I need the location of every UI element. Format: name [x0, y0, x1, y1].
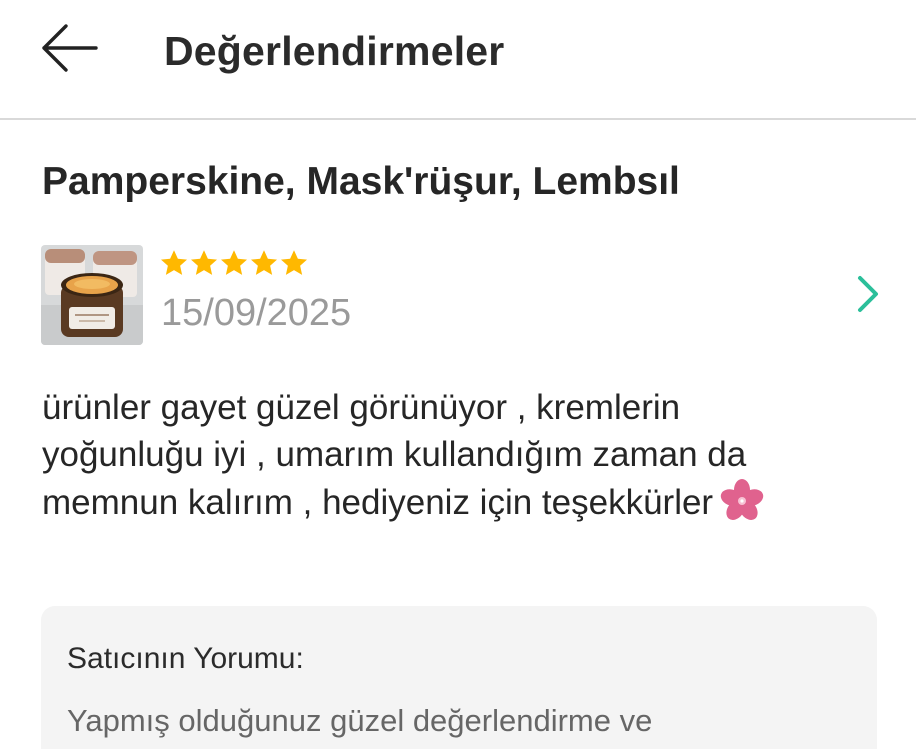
star-icon — [191, 250, 217, 275]
star-icon — [251, 250, 277, 275]
star-icon — [221, 250, 247, 275]
app-header: Değerlendirmeler — [0, 0, 916, 120]
reviews-screen: Değerlendirmeler Pamperskine, Mask'rüşur… — [0, 0, 916, 749]
review-text: ürünler gayet güzel görünüyor , kremleri… — [42, 384, 842, 526]
cherry-blossom-icon — [720, 479, 764, 520]
star-rating — [159, 248, 309, 280]
seller-response-label: Satıcının Yorumu: — [67, 642, 304, 675]
star-icon — [161, 250, 187, 275]
product-jars-image — [41, 245, 143, 345]
back-button[interactable] — [40, 22, 100, 74]
review-date: 15/09/2025 — [161, 292, 352, 334]
seller-response-text: Yapmış olduğunuz güzel değerlendirme ve — [67, 703, 653, 738]
page-title: Değerlendirmeler — [164, 28, 505, 74]
product-title: Pamperskine, Mask'rüşur, Lembsıl — [42, 160, 680, 203]
chevron-right-icon — [858, 276, 878, 312]
review-body: ürünler gayet güzel görünüyor , kremleri… — [42, 388, 747, 522]
seller-response-box: Satıcının Yorumu: Yapmış olduğunuz güzel… — [41, 606, 877, 749]
star-icon — [281, 250, 307, 275]
review-details-button[interactable] — [848, 272, 888, 316]
arrow-left-icon — [42, 24, 98, 72]
review-photo-thumbnail[interactable] — [41, 245, 143, 345]
